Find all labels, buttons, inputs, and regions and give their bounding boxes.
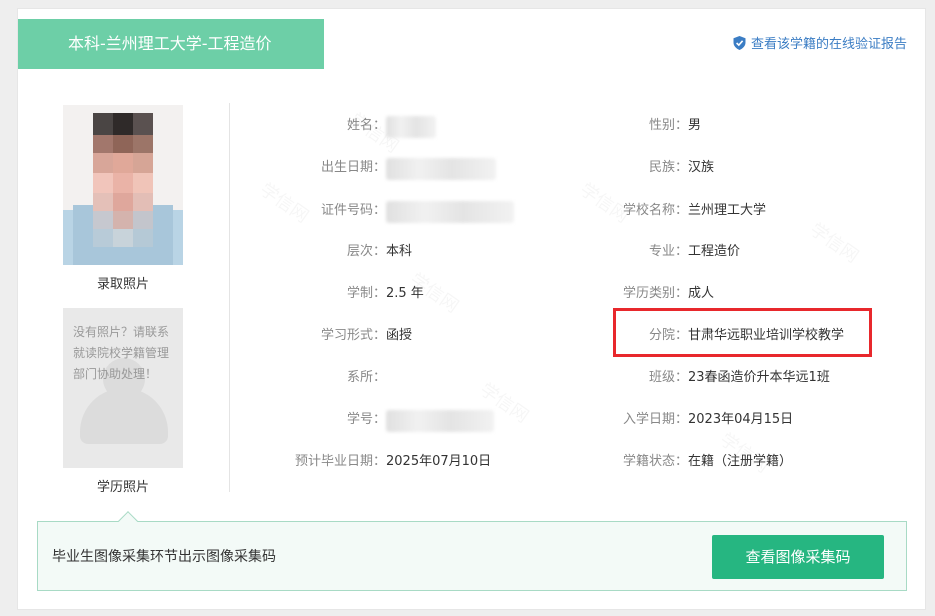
watermark: 学信网 — [805, 216, 864, 268]
vertical-divider — [229, 103, 230, 492]
verify-report-link[interactable]: 查看该学籍的在线验证报告 — [733, 33, 907, 52]
field-value: 2023年04月15日 — [688, 412, 794, 427]
redacted-value — [386, 201, 514, 223]
field-label: 学籍状态： — [622, 454, 688, 469]
field-value: 成人 — [688, 286, 715, 301]
field-label: 班级： — [648, 370, 688, 385]
field-label: 系所： — [346, 370, 386, 385]
field-value: 2025年07月10日 — [386, 454, 492, 469]
admission-photo — [63, 105, 183, 265]
redacted-value — [386, 158, 496, 180]
field-value: 男 — [688, 118, 702, 133]
redacted-value — [386, 410, 494, 432]
field-value: 工程造价 — [688, 244, 741, 259]
field-value: 23春函造价升本华远1班 — [688, 370, 830, 385]
degree-photo-placeholder: 没有照片？请联系就读院校学籍管理部门协助处理！ — [63, 308, 183, 468]
field-value: 汉族 — [688, 160, 715, 175]
field-label: 证件号码： — [320, 203, 386, 218]
shield-check-icon — [733, 35, 746, 50]
field-value: 本科 — [386, 244, 413, 259]
field-label: 学历类别： — [622, 286, 688, 301]
verify-report-label: 查看该学籍的在线验证报告 — [750, 37, 907, 52]
notice-pointer — [118, 511, 138, 531]
degree-photo-caption: 学历照片 — [96, 480, 149, 495]
field-label: 姓名： — [346, 118, 386, 133]
record-title-tab: 本科-兰州理工大学-工程造价 — [18, 19, 324, 69]
redacted-value — [386, 116, 436, 138]
field-value: 兰州理工大学 — [688, 203, 767, 218]
student-record-card: 学信网 学信网 学信网 学信网 学信网 学信网 学信网 本科-兰州理工大学-工程… — [17, 8, 926, 610]
field-label: 性别： — [648, 118, 688, 133]
field-label: 学制： — [346, 286, 386, 301]
field-value: 2.5 年 — [386, 286, 424, 301]
missing-photo-message: 没有照片？请联系就读院校学籍管理部门协助处理！ — [73, 325, 170, 381]
notice-text: 毕业生图像采集环节出示图像采集码 — [52, 549, 276, 565]
field-label: 学号： — [346, 412, 386, 427]
field-label: 入学日期： — [622, 412, 688, 427]
field-value: 在籍（注册学籍） — [688, 454, 793, 469]
watermark: 学信网 — [255, 176, 314, 228]
admission-photo-caption: 录取照片 — [96, 277, 149, 292]
field-label: 层次： — [346, 244, 386, 259]
field-label: 出生日期： — [320, 160, 386, 175]
field-value: 函授 — [386, 328, 413, 343]
field-label: 专业： — [648, 244, 688, 259]
image-collection-notice: 毕业生图像采集环节出示图像采集码 查看图像采集码 — [37, 511, 907, 591]
field-label: 民族： — [648, 160, 688, 175]
field-label: 学校名称： — [622, 203, 688, 218]
field-label: 预计毕业日期： — [294, 454, 386, 469]
avatar-placeholder-body — [80, 388, 168, 444]
branch-highlight-box — [613, 308, 872, 357]
view-collection-code-button[interactable]: 查看图像采集码 — [712, 535, 884, 579]
field-label: 学习形式： — [320, 328, 386, 343]
